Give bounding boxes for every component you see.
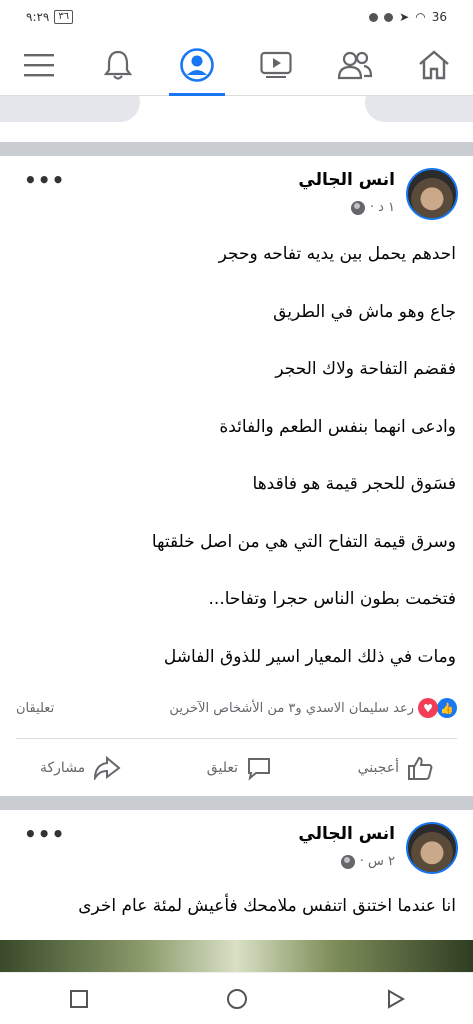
love-reaction-icon: ♥ — [418, 698, 438, 718]
author-name[interactable]: انس الجالي — [298, 824, 395, 844]
globe-icon — [350, 200, 365, 215]
feed-separator — [0, 796, 473, 810]
like-button[interactable]: أعجبني — [358, 755, 433, 781]
recents-icon[interactable] — [68, 988, 90, 1010]
post-time[interactable]: ١ د · — [370, 200, 395, 215]
post-header: انس الجالي ١ د · ••• — [0, 156, 473, 226]
post-line: وادعى انهما بنفس الطعم والفائدة — [219, 416, 456, 437]
wifi-icon: ◠ — [415, 10, 426, 24]
share-button[interactable]: مشاركة — [40, 755, 121, 780]
shortcut-chip[interactable] — [0, 96, 140, 122]
post-line: ومات في ذلك المعيار اسير للذوق الفاشل — [163, 646, 456, 667]
reactions-text: رعد سليمان الاسدي و٣ من الأشخاص الآخرين — [169, 700, 414, 716]
post-line: فقضم التفاحة ولاك الحجر — [275, 359, 456, 379]
facebook-icon — [384, 12, 394, 22]
like-label: أعجبني — [357, 759, 399, 776]
comments-count[interactable]: تعليقان — [16, 701, 54, 716]
post: انس الجالي ١ د · ••• احدهم يحمل بين يديه… — [0, 156, 473, 686]
more-options-icon[interactable]: ••• — [24, 822, 65, 846]
back-icon[interactable] — [384, 988, 406, 1010]
feed-separator — [0, 142, 473, 156]
comment-label: تعليق — [206, 759, 238, 776]
reactions-summary[interactable]: 👍 ♥ رعد سليمان الاسدي و٣ من الأشخاص الآخ… — [169, 698, 457, 718]
like-reaction-icon: 👍 — [437, 698, 457, 718]
home-icon[interactable] — [404, 34, 464, 96]
post-line: انا عندما اختنق اتنفس ملامحك فأعيش لمئة … — [78, 896, 456, 916]
post: انس الجالي ٢ س · ••• انا عندما اختنق اتن… — [0, 810, 473, 932]
profile-icon[interactable] — [167, 34, 227, 96]
signal-icon: 36 — [431, 10, 447, 24]
watch-icon[interactable] — [246, 34, 306, 96]
post-actions: مشاركة تعليق أعجبني — [16, 738, 457, 796]
comment-button[interactable]: تعليق — [207, 755, 272, 781]
share-icon — [94, 755, 121, 780]
post-header: انس الجالي ٢ س · ••• — [0, 810, 473, 880]
thumbs-up-icon — [408, 756, 433, 780]
reactions-bar: تعليقان 👍 ♥ رعد سليمان الاسدي و٣ من الأش… — [0, 688, 473, 728]
post-meta: ١ د · — [350, 200, 395, 215]
post-line: فسَوق للحجر قيمة هو فاقدها — [252, 474, 456, 494]
home-circle-icon[interactable] — [225, 987, 249, 1011]
top-nav — [0, 34, 473, 96]
bell-icon[interactable] — [88, 34, 148, 96]
telegram-icon: ➤ — [399, 10, 410, 24]
shortcut-chip[interactable] — [160, 96, 340, 122]
shortcuts-strip — [0, 96, 473, 142]
shortcut-chip[interactable] — [365, 96, 473, 122]
comment-icon — [247, 757, 270, 781]
more-options-icon[interactable]: ••• — [24, 168, 65, 192]
avatar[interactable] — [406, 168, 458, 220]
clock: ٩:٢٩ — [26, 10, 50, 24]
battery-icon: ٣٦ — [54, 10, 74, 24]
post-body: احدهم يحمل بين يديه تفاحه وحجر جاع وهو م… — [0, 226, 473, 686]
menu-icon[interactable] — [9, 34, 69, 96]
groups-icon[interactable] — [325, 34, 385, 96]
post-time[interactable]: ٢ س · — [360, 854, 395, 869]
post-line: وسرق قيمة التفاح التي هي من اصل خلقتها — [151, 531, 456, 552]
post-meta: ٢ س · — [340, 854, 395, 869]
post-line: فتخمت بطون الناس حجرا وتفاحا... — [208, 589, 456, 609]
status-bar: ٩:٢٩ ٣٦ ➤ ◠ 36 — [0, 0, 473, 34]
post-line: احدهم يحمل بين يديه تفاحه وحجر — [218, 244, 456, 264]
avatar[interactable] — [406, 822, 458, 874]
post-line: جاع وهو ماش في الطريق — [273, 301, 456, 322]
messenger-icon — [369, 12, 379, 22]
system-nav-bar — [0, 972, 473, 1024]
share-label: مشاركة — [40, 759, 86, 776]
author-name[interactable]: انس الجالي — [298, 170, 395, 190]
globe-icon — [340, 854, 355, 869]
